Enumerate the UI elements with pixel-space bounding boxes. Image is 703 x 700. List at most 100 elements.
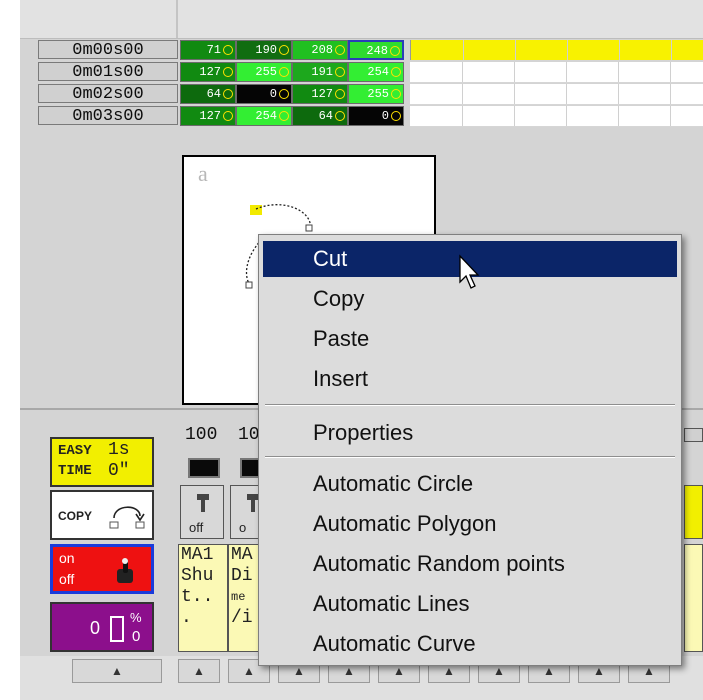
grid-line [670, 84, 671, 104]
point-icon [279, 111, 289, 121]
easy-time-button[interactable]: EASY TIME 1s 0" [50, 437, 154, 487]
point-icon [223, 89, 233, 99]
value-cell[interactable]: 64 [292, 106, 348, 126]
value-cell[interactable]: 127 [180, 106, 236, 126]
grid-line [462, 84, 463, 104]
point-icon [279, 89, 289, 99]
menu-item-automatic-polygon[interactable]: Automatic Polygon [263, 506, 677, 542]
channel-name-line: Shu [181, 566, 214, 586]
menu-separator [265, 456, 675, 458]
cell-value: 248 [366, 44, 388, 58]
menu-item-properties[interactable]: Properties [263, 415, 677, 451]
cell-value: 255 [367, 87, 389, 101]
grid-line [670, 62, 671, 82]
timeline-band[interactable] [410, 62, 703, 83]
point-icon [391, 111, 401, 121]
up-arrow-button[interactable]: ▲ [72, 659, 162, 683]
channel-edge [684, 544, 703, 652]
channel-button-label: off [189, 520, 204, 535]
value-cell[interactable]: 64 [180, 84, 236, 104]
value-cell[interactable]: 254 [348, 62, 404, 82]
point-icon [391, 67, 401, 77]
grid-line [670, 106, 671, 126]
timeline-band[interactable] [410, 84, 703, 105]
level-bar-icon [110, 616, 124, 642]
point-icon [391, 89, 401, 99]
point-icon [335, 89, 345, 99]
value-cell[interactable]: 255 [348, 84, 404, 104]
value-cell[interactable]: 127 [292, 84, 348, 104]
channel-value: 10 [238, 425, 260, 445]
grid-line [462, 62, 463, 82]
menu-item-insert[interactable]: Insert [263, 361, 677, 397]
time-fraction: 0" [108, 461, 130, 481]
time-label: 0m00s00 [38, 40, 178, 60]
channel-edge [684, 428, 703, 442]
menu-item-automatic-circle[interactable]: Automatic Circle [263, 466, 677, 502]
time-label: TIME [58, 463, 92, 479]
grid-line [619, 40, 620, 60]
channel-name-line: t.. [181, 587, 214, 607]
value-cell[interactable]: 0 [348, 106, 404, 126]
cell-value: 190 [255, 43, 277, 57]
percent-level-button[interactable]: 0 % 0 [50, 602, 154, 652]
on-off-toggle[interactable]: on off [50, 544, 154, 594]
cell-value: 127 [199, 65, 221, 79]
point-icon [335, 45, 345, 55]
value-cell[interactable]: 248 [348, 40, 404, 60]
mouse-pointer-icon [459, 254, 480, 289]
channel-button[interactable]: off [180, 485, 224, 539]
time-label: 0m03s00 [38, 106, 178, 126]
cell-value: 254 [255, 109, 277, 123]
timeline-band[interactable] [410, 106, 703, 127]
value-cell[interactable]: 208 [292, 40, 348, 60]
cell-value: 127 [311, 87, 333, 101]
grid-line [462, 106, 463, 126]
value-cell[interactable]: 71 [180, 40, 236, 60]
cell-value: 0 [381, 109, 389, 123]
value-cell[interactable]: 127 [180, 62, 236, 82]
percent-small-value: 0 [132, 628, 141, 645]
cell-value: 255 [255, 65, 277, 79]
grid-line [514, 62, 515, 82]
menu-item-automatic-lines[interactable]: Automatic Lines [263, 586, 677, 622]
menu-item-paste[interactable]: Paste [263, 321, 677, 357]
grid-line [514, 84, 515, 104]
cell-value: 208 [311, 43, 333, 57]
point-icon [223, 111, 233, 121]
value-cell[interactable]: 255 [236, 62, 292, 82]
cell-group: 64 0 127 255 [180, 84, 410, 104]
time-label: 0m02s00 [38, 84, 178, 104]
point-icon [335, 111, 345, 121]
point-icon [279, 45, 289, 55]
header-divider [176, 0, 178, 38]
channel-level-display [188, 458, 220, 478]
value-cell[interactable]: 254 [236, 106, 292, 126]
timeline-band[interactable] [410, 40, 703, 60]
channel-name-label[interactable]: MA1 Shu t.. . [178, 544, 228, 652]
cell-value: 64 [206, 87, 221, 101]
time-label: 0m01s00 [38, 62, 178, 82]
cell-value: 254 [367, 65, 389, 79]
channel-value: 100 [185, 425, 218, 445]
value-cell[interactable]: 190 [236, 40, 292, 60]
point-icon [223, 67, 233, 77]
value-cell[interactable]: 191 [292, 62, 348, 82]
channel-name-line: . [181, 608, 192, 628]
level-value: 0 [90, 618, 101, 638]
menu-item-automatic-random-points[interactable]: Automatic Random points [263, 546, 677, 582]
cell-value: 64 [318, 109, 333, 123]
grid-line [618, 106, 619, 126]
value-cell[interactable]: 0 [236, 84, 292, 104]
copy-button[interactable]: COPY [50, 490, 154, 540]
menu-item-automatic-curve[interactable]: Automatic Curve [263, 626, 677, 662]
grid-line [566, 62, 567, 82]
top-header-strip [20, 0, 703, 39]
grid-line [567, 40, 568, 60]
channel-name-line: MA1 [181, 545, 214, 565]
up-arrow-button[interactable]: ▲ [178, 659, 220, 683]
easy-label: EASY [58, 443, 92, 459]
point-icon [390, 46, 400, 56]
grid-line [515, 40, 516, 60]
cell-value: 127 [199, 109, 221, 123]
